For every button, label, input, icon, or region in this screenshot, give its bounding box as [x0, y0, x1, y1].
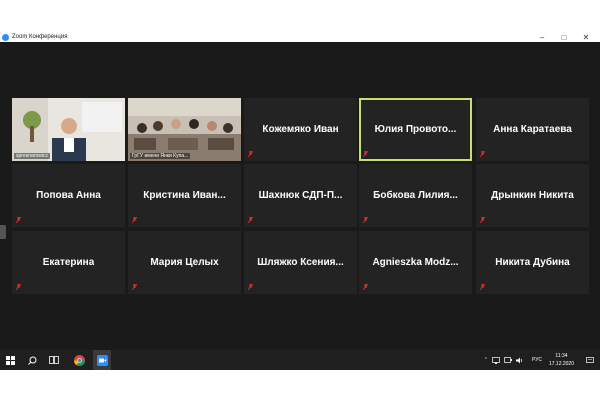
- participant-name: Бобкова Лилия...: [373, 190, 458, 201]
- muted-mic-icon: [363, 217, 368, 223]
- video-name-label: spresnarowicz: [14, 153, 50, 159]
- muted-mic-icon: [248, 217, 253, 223]
- participant-name: Анна Каратаева: [493, 124, 572, 135]
- taskbar-clock[interactable]: 11:34 17.12.2020: [549, 352, 574, 368]
- muted-mic-icon: [248, 284, 253, 290]
- participant-tile[interactable]: Дрынкин Никита: [476, 164, 589, 227]
- participant-name: Юлия Провото...: [374, 124, 457, 135]
- tray-overflow-icon[interactable]: ⌃: [484, 350, 488, 370]
- language-indicator[interactable]: РУС: [532, 350, 542, 370]
- participant-tile[interactable]: Попова Анна: [12, 164, 125, 227]
- muted-mic-icon: [248, 151, 253, 157]
- participant-name: Agnieszka Modz...: [372, 257, 459, 268]
- participant-name: Кристина Иван...: [143, 190, 226, 201]
- notifications-icon[interactable]: [586, 350, 594, 370]
- windows-taskbar: ⌃ РУС 11:34 17.12.2020: [0, 350, 600, 370]
- clock-date: 17.12.2020: [548, 361, 574, 367]
- zoom-taskbar-icon[interactable]: [93, 350, 111, 370]
- muted-mic-icon: [16, 284, 21, 290]
- muted-mic-icon: [480, 284, 485, 290]
- participant-tile[interactable]: Екатерина: [12, 231, 125, 294]
- zoom-logo-icon: [2, 33, 9, 41]
- participant-name: Дрынкин Никита: [491, 190, 574, 201]
- participant-tile[interactable]: Никита Дубина: [476, 231, 589, 294]
- minimize-button[interactable]: –: [532, 32, 552, 42]
- participant-tile[interactable]: Мария Целых: [128, 231, 241, 294]
- participant-name: Кожемяко Иван: [262, 124, 339, 135]
- participant-tile[interactable]: Шляжко Ксения...: [244, 231, 357, 294]
- video-name-label: ГрГУ имени Янки Купа...: [130, 153, 191, 159]
- muted-mic-icon: [363, 284, 368, 290]
- muted-mic-icon: [363, 151, 368, 157]
- task-view-icon[interactable]: [46, 350, 62, 370]
- window-title: Zoom Конференция: [12, 34, 68, 40]
- muted-mic-icon: [132, 217, 137, 223]
- participant-name: Никита Дубина: [495, 257, 570, 268]
- participant-name: Попова Анна: [36, 190, 101, 201]
- participant-tile[interactable]: Кристина Иван...: [128, 164, 241, 227]
- participant-name: Шахнюк СДП-П...: [258, 190, 343, 201]
- muted-mic-icon: [16, 217, 21, 223]
- network-icon[interactable]: [492, 350, 500, 370]
- participant-tile[interactable]: Кожемяко Иван: [244, 98, 357, 161]
- participant-tile[interactable]: Анна Каратаева: [476, 98, 589, 161]
- close-button[interactable]: ✕: [576, 32, 596, 42]
- video-feed-classroom: [128, 98, 241, 161]
- panel-toggle-handle[interactable]: [0, 225, 6, 239]
- volume-icon[interactable]: [516, 350, 524, 370]
- chrome-icon[interactable]: [70, 350, 88, 370]
- participant-name: Мария Целых: [150, 257, 219, 268]
- video-feed-presenter: [12, 98, 125, 161]
- participant-tile[interactable]: Шахнюк СДП-П...: [244, 164, 357, 227]
- muted-mic-icon: [480, 217, 485, 223]
- clock-time: 11:34: [555, 353, 568, 359]
- maximize-button[interactable]: □: [554, 32, 574, 42]
- meeting-stage: spresnarowicz ГрГУ имени Янки Купа... Ко…: [0, 42, 600, 350]
- participant-tile[interactable]: spresnarowicz: [12, 98, 125, 161]
- search-icon[interactable]: [24, 350, 40, 370]
- participant-tile[interactable]: Бобкова Лилия...: [359, 164, 472, 227]
- participant-name: Шляжко Ксения...: [257, 257, 344, 268]
- participant-tile[interactable]: ГрГУ имени Янки Купа...: [128, 98, 241, 161]
- participant-name: Екатерина: [42, 257, 95, 268]
- windows-start-icon[interactable]: [2, 350, 18, 370]
- participant-tile[interactable]: Agnieszka Modz...: [359, 231, 472, 294]
- battery-icon[interactable]: [504, 350, 512, 370]
- window-titlebar: Zoom Конференция – □ ✕: [0, 32, 600, 42]
- muted-mic-icon: [132, 284, 137, 290]
- muted-mic-icon: [480, 151, 485, 157]
- participant-tile-active-speaker[interactable]: Юлия Провото...: [359, 98, 472, 161]
